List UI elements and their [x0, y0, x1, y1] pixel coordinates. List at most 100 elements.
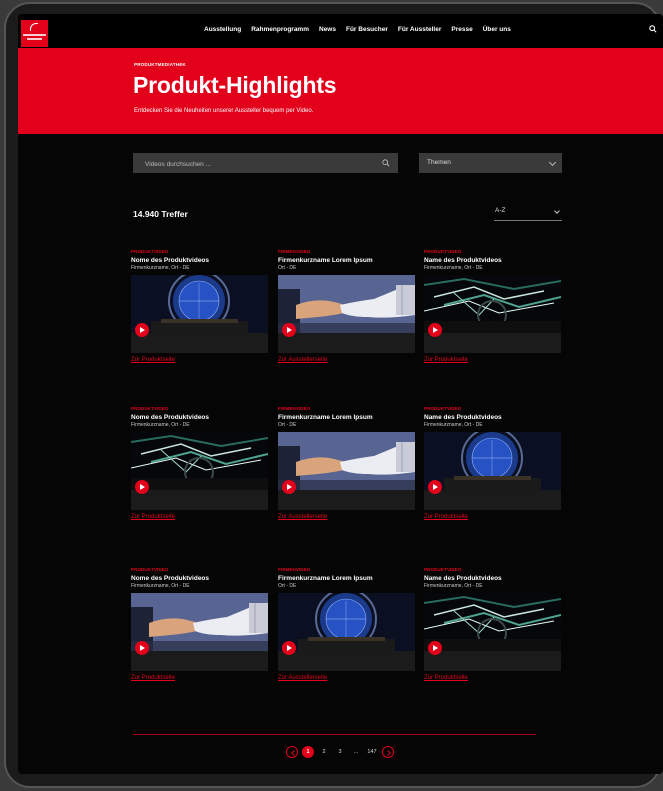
card-category: PRODUKTVIDEO — [424, 249, 462, 254]
card-link[interactable]: Zur Produktseite — [131, 357, 268, 363]
chevron-left-icon[interactable] — [286, 746, 298, 758]
card-link[interactable]: Zur Ausstellerseite — [278, 675, 415, 681]
hero-eyebrow: PRODUKTMEDIATHEK — [134, 62, 186, 67]
card-category: FIRMENVIDEO — [278, 567, 311, 572]
divider — [133, 734, 536, 735]
video-card[interactable]: FIRMENVIDEO Firmenkurzname Lorem Ipsum Ort… — [278, 249, 415, 363]
card-subtitle: Firmenkurzname, Ort - DE — [424, 265, 483, 271]
card-category: FIRMENVIDEO — [278, 249, 311, 254]
page-3[interactable]: 3 — [334, 746, 346, 758]
hero-subtitle: Entdecken Sie die Neuheiten unserer Auss… — [134, 108, 314, 114]
card-link[interactable]: Zur Ausstellerseite — [278, 514, 415, 520]
card-link[interactable]: Zur Produktseite — [131, 514, 268, 520]
card-subtitle: Ort - DE — [278, 422, 297, 428]
chevron-down-icon — [548, 158, 557, 167]
card-title: Firmenkurzname Lorem Ipsum — [278, 257, 373, 264]
card-title: Firmenkurzname Lorem Ipsum — [278, 414, 373, 421]
card-link[interactable]: Zur Ausstellerseite — [278, 357, 415, 363]
search-icon[interactable] — [382, 159, 390, 167]
play-icon[interactable] — [282, 480, 296, 494]
video-search — [133, 153, 398, 175]
video-card[interactable]: PRODUKTVIDEO Name des Produktvideos Firmen… — [424, 406, 561, 520]
hero-banner: PRODUKTMEDIATHEK Produkt-Highlights Entd… — [18, 48, 663, 134]
video-controls — [131, 480, 268, 510]
video-controls — [278, 480, 415, 510]
play-icon[interactable] — [428, 480, 442, 494]
card-link[interactable]: Zur Produktseite — [131, 675, 268, 681]
card-title: Name des Produktvideos — [424, 575, 502, 582]
video-thumbnail[interactable] — [131, 593, 268, 651]
video-thumbnail[interactable] — [424, 275, 561, 333]
card-subtitle: Ort - DE — [278, 583, 297, 589]
page-last[interactable]: 147 — [366, 746, 378, 758]
video-thumbnail[interactable] — [278, 275, 415, 333]
results-count: 14.940 Treffer — [133, 209, 188, 219]
sort-select[interactable]: A-Z — [494, 207, 562, 221]
chevron-right-icon[interactable] — [382, 746, 394, 758]
page-2[interactable]: 2 — [318, 746, 330, 758]
nav-link-rahmenprogramm[interactable]: Rahmenprogramm — [251, 26, 309, 33]
card-category: PRODUKTVIDEO — [131, 406, 169, 411]
play-icon[interactable] — [135, 323, 149, 337]
page-1[interactable]: 1 — [302, 746, 314, 758]
video-thumbnail[interactable] — [278, 593, 415, 651]
card-title: Nome des Produktvideos — [131, 575, 210, 582]
nav-link-presse[interactable]: Presse — [451, 26, 472, 33]
card-category: PRODUKTVIDEO — [131, 567, 169, 572]
video-controls — [424, 641, 561, 671]
play-icon[interactable] — [282, 641, 296, 655]
card-link[interactable]: Zur Produktseite — [424, 357, 561, 363]
play-icon[interactable] — [428, 323, 442, 337]
topic-select-value: Themen — [427, 159, 451, 166]
card-subtitle: Ort - DE — [278, 265, 297, 271]
chevron-down-icon — [554, 208, 560, 214]
card-category: PRODUKTVIDEO — [424, 567, 462, 572]
card-subtitle: Firmenkurzname, Ort - DE — [424, 583, 483, 589]
card-link[interactable]: Zur Produktseite — [424, 675, 561, 681]
nav-link-besucher[interactable]: Für Besucher — [346, 26, 388, 33]
top-navigation: Ausstellung Rahmenprogramm News Für Besu… — [18, 14, 663, 48]
video-controls — [424, 480, 561, 510]
page-ellipsis: ... — [353, 749, 359, 755]
video-thumbnail[interactable] — [424, 432, 561, 490]
card-subtitle: Firmenkurzname, Ort - DE — [424, 422, 483, 428]
topic-select[interactable]: Themen — [419, 153, 562, 173]
search-icon[interactable] — [649, 25, 657, 33]
video-card[interactable]: FIRMENVIDEO Firmenkurzname Lorem Ipsum Ort… — [278, 567, 415, 681]
nav-link-ueber-uns[interactable]: Über uns — [483, 26, 511, 33]
video-controls — [278, 641, 415, 671]
card-title: Name des Produktvideos — [424, 257, 502, 264]
video-controls — [424, 323, 561, 353]
card-title: Nome des Produktvideos — [131, 257, 210, 264]
card-category: PRODUKTVIDEO — [424, 406, 462, 411]
play-icon[interactable] — [428, 641, 442, 655]
play-icon[interactable] — [135, 641, 149, 655]
screen: Ausstellung Rahmenprogramm News Für Besu… — [18, 14, 663, 774]
card-subtitle: Firmenkurzname, Ort - DE — [131, 583, 190, 589]
video-card[interactable]: PRODUKTVIDEO Nome des Produktvideos Firmen… — [131, 406, 268, 520]
video-controls — [278, 323, 415, 353]
search-input[interactable] — [133, 154, 398, 175]
card-subtitle: Firmenkurzname, Ort - DE — [131, 422, 190, 428]
nav-link-news[interactable]: News — [319, 26, 336, 33]
nav-link-aussteller[interactable]: Für Aussteller — [398, 26, 441, 33]
brand-logo[interactable] — [21, 20, 48, 47]
video-card[interactable]: PRODUKTVIDEO Name des Produktvideos Firmen… — [424, 249, 561, 363]
video-thumbnail[interactable] — [131, 275, 268, 333]
video-thumbnail[interactable] — [278, 432, 415, 490]
nav-link-ausstellung[interactable]: Ausstellung — [204, 26, 241, 33]
nav-links: Ausstellung Rahmenprogramm News Für Besu… — [204, 26, 511, 33]
video-controls — [131, 641, 268, 671]
video-card[interactable]: PRODUKTVIDEO Nome des Produktvideos Firmen… — [131, 567, 268, 681]
video-card[interactable]: PRODUKTVIDEO Nome des Produktvideos Firmen… — [131, 249, 268, 363]
card-title: Name des Produktvideos — [424, 414, 502, 421]
video-thumbnail[interactable] — [131, 432, 268, 490]
video-card[interactable]: PRODUKTVIDEO Name des Produktvideos Firmen… — [424, 567, 561, 681]
sort-select-value: A-Z — [495, 207, 506, 214]
play-icon[interactable] — [135, 480, 149, 494]
play-icon[interactable] — [282, 323, 296, 337]
card-category: PRODUKTVIDEO — [131, 249, 169, 254]
card-link[interactable]: Zur Produktseite — [424, 514, 561, 520]
video-card[interactable]: FIRMENVIDEO Firmenkurzname Lorem Ipsum Ort… — [278, 406, 415, 520]
video-thumbnail[interactable] — [424, 593, 561, 651]
